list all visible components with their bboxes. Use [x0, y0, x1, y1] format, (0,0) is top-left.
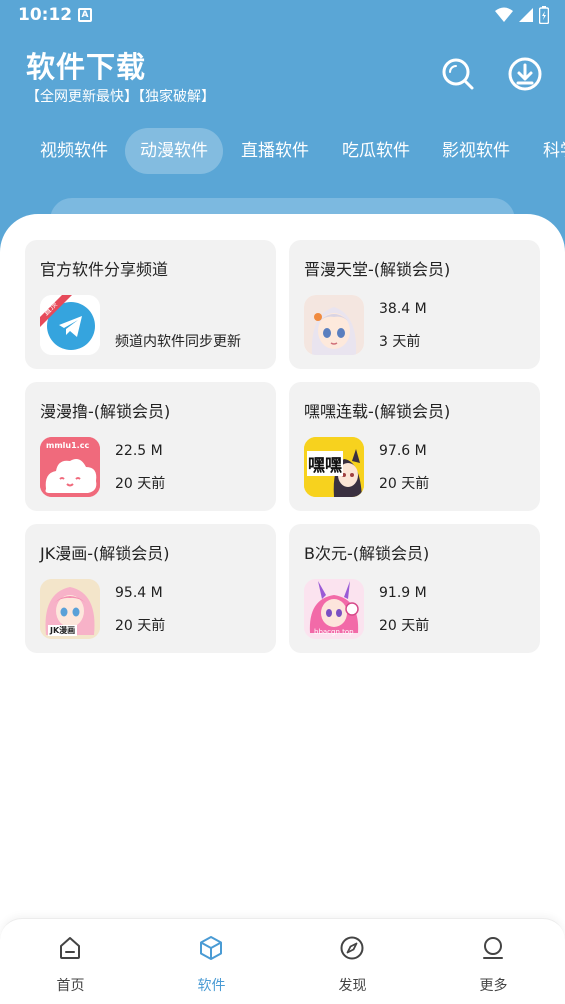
app-title: JK漫画-(解锁会员)	[40, 544, 170, 563]
category-tabs: 视频软件 动漫软件 直播软件 吃瓜软件 影视软件 科学	[0, 128, 565, 174]
page-subtitle: 【全网更新最快】【独家破解】	[26, 89, 215, 105]
app-date: 20 天前	[379, 618, 430, 634]
nav-discover-label: 发现	[338, 978, 367, 994]
page-title: 软件下载	[26, 50, 147, 84]
jk-girl-icon: JK漫画	[40, 579, 100, 639]
app-size: 22.5 M	[115, 443, 163, 459]
app-size: 38.4 M	[379, 301, 427, 317]
icon-label: bbacgn.top	[314, 628, 354, 636]
notification-icon: A	[78, 8, 92, 22]
app-title: 官方软件分享频道	[40, 260, 169, 279]
telegram-icon: 置顶	[40, 295, 100, 355]
search-icon	[442, 58, 474, 90]
app-date: 3 天前	[379, 334, 421, 350]
anime-girl-icon	[304, 295, 364, 355]
app-size: 95.4 M	[115, 585, 163, 601]
status-icons	[495, 6, 549, 24]
status-bar: 10:12 A	[0, 0, 565, 32]
heihei-icon: 嘿嘿	[304, 437, 364, 497]
app-date: 20 天前	[379, 476, 430, 492]
nav-discover[interactable]: 发现	[282, 919, 423, 1004]
tab-video[interactable]: 视频软件	[25, 128, 123, 174]
app-title: 晋漫天堂-(解锁会员)	[304, 260, 451, 279]
nav-software-label: 软件	[197, 978, 226, 994]
app-card[interactable]: 晋漫天堂-(解锁会员) 38.4 M 3 天前	[289, 240, 540, 369]
app-card[interactable]: 嘿嘿连载-(解锁会员) 嘿嘿 97.6 M 20 天前	[289, 382, 540, 511]
app-card[interactable]: 官方软件分享频道 置顶 频道内软件同步更新	[25, 240, 276, 369]
app-title: 嘿嘿连载-(解锁会员)	[304, 402, 451, 421]
icon-label: 嘿嘿	[307, 451, 343, 476]
wifi-icon	[495, 7, 513, 22]
app-card[interactable]: JK漫画-(解锁会员) JK漫画 95.4 M 20 天前	[25, 524, 276, 653]
download-icon	[508, 57, 542, 91]
app-date: 20 天前	[115, 476, 166, 492]
app-card[interactable]: B次元-(解锁会员) bbacgn.top 91.9 M 20 天前	[289, 524, 540, 653]
app-date: 20 天前	[115, 618, 166, 634]
user-icon	[483, 937, 503, 959]
battery-icon	[539, 6, 549, 24]
nav-more-label: 更多	[479, 978, 508, 994]
app-size: 91.9 M	[379, 585, 427, 601]
nav-more[interactable]: 更多	[423, 919, 564, 1004]
content-sheet: 官方软件分享频道 置顶 频道内软件同步更新 晋漫天堂-(解锁会员) 38.4 M…	[0, 214, 565, 1004]
bottom-navigation: 首页 软件 发现 更多	[0, 918, 565, 1004]
icon-label: JK漫画	[48, 625, 78, 636]
tab-movies[interactable]: 影视软件	[427, 128, 525, 174]
cube-icon	[200, 936, 222, 960]
icon-label: mmlu1.cc	[46, 441, 90, 450]
tab-gossip[interactable]: 吃瓜软件	[327, 128, 425, 174]
status-time: 10:12	[18, 5, 73, 25]
nav-home[interactable]: 首页	[0, 919, 141, 1004]
compass-icon	[340, 936, 364, 960]
tab-science[interactable]: 科学	[528, 128, 565, 174]
search-button[interactable]	[440, 56, 476, 92]
nav-software[interactable]: 软件	[141, 919, 282, 1004]
download-button[interactable]	[507, 56, 543, 92]
tab-live[interactable]: 直播软件	[226, 128, 324, 174]
app-size: 97.6 M	[379, 443, 427, 459]
app-card[interactable]: 漫漫撸-(解锁会员) mmlu1.cc 22.5 M 20 天前	[25, 382, 276, 511]
signal-icon	[519, 8, 533, 22]
cloud-face-icon: mmlu1.cc	[40, 437, 100, 497]
home-icon	[60, 937, 80, 959]
app-description: 频道内软件同步更新	[115, 334, 241, 350]
app-title: 漫漫撸-(解锁会员)	[40, 402, 171, 421]
bunny-girl-icon: bbacgn.top	[304, 579, 364, 639]
app-title: B次元-(解锁会员)	[304, 544, 430, 563]
nav-home-label: 首页	[56, 978, 85, 994]
tab-anime[interactable]: 动漫软件	[125, 128, 223, 174]
